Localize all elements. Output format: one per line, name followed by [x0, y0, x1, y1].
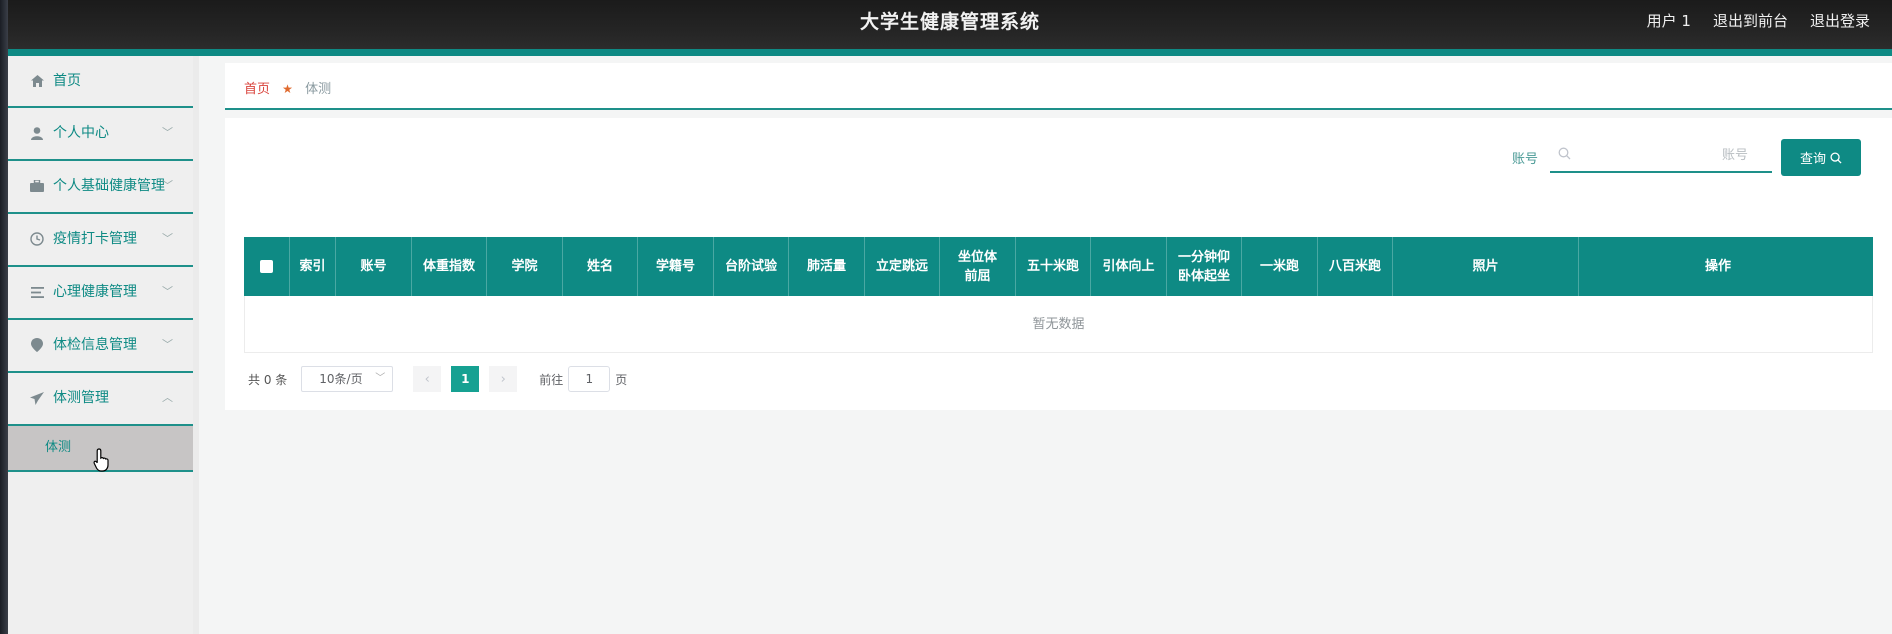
- table-header: 索引 账号 体重指数 学院 姓名 学籍号 台阶试验 肺活量 立定跳远 坐位体前屈…: [244, 237, 1873, 296]
- user-icon: [29, 108, 45, 158]
- search-label: 账号: [1512, 152, 1539, 167]
- column-header: 一米跑: [1242, 237, 1318, 296]
- column-header: 账号: [336, 237, 412, 296]
- breadcrumb-home[interactable]: 首页: [244, 82, 270, 97]
- briefcase-icon: [29, 161, 45, 211]
- column-header: 台阶试验: [714, 237, 789, 296]
- sidebar-item-mental-health[interactable]: 心理健康管理 ﹀: [8, 267, 193, 320]
- chevron-down-icon: ﹀: [162, 179, 173, 192]
- list-icon: [29, 267, 45, 317]
- header-links: 用户 1 退出到前台 退出登录: [1647, 10, 1870, 31]
- window-edge: [0, 0, 8, 634]
- empty-state: 暂无数据: [244, 296, 1873, 353]
- column-header: 八百米跑: [1318, 237, 1393, 296]
- sidebar-item-label: 个人中心: [53, 125, 109, 141]
- sidebar-item-home[interactable]: 首页: [8, 56, 193, 108]
- chevron-up-icon: ︿: [162, 391, 173, 404]
- sidebar-item-epidemic-checkin[interactable]: 疫情打卡管理 ﹀: [8, 214, 193, 267]
- sidebar-item-fitness-test[interactable]: 体测管理 ︿: [8, 373, 193, 426]
- search-icon: [1558, 147, 1571, 164]
- user-link[interactable]: 用户 1: [1647, 10, 1691, 31]
- fitness-table: 索引 账号 体重指数 学院 姓名 学籍号 台阶试验 肺活量 立定跳远 坐位体前屈…: [244, 237, 1873, 353]
- column-header: 一分钟仰卧体起坐: [1167, 237, 1242, 296]
- sidebar-item-label: 疫情打卡管理: [53, 231, 137, 247]
- query-button-label: 查询: [1799, 152, 1826, 167]
- sidebar: 首页 个人中心 ﹀ 个人基础健康管理 ﹀ 疫情打卡管理 ﹀ 心理健康管理 ﹀ 体…: [8, 56, 199, 634]
- chevron-down-icon: ﹀: [162, 285, 173, 298]
- sidebar-item-label: 首页: [53, 73, 81, 89]
- sidebar-item-basic-health[interactable]: 个人基础健康管理 ﹀: [8, 161, 193, 214]
- breadcrumb-current: 体测: [305, 82, 332, 97]
- column-header: 体重指数: [412, 237, 487, 296]
- column-header: 照片: [1393, 237, 1579, 296]
- breadcrumb: 首页 ★ 体测: [225, 63, 1892, 110]
- chevron-down-icon: ﹀: [162, 126, 173, 139]
- goto-page-input[interactable]: 1: [568, 366, 611, 392]
- chevron-right-icon: ›: [500, 371, 506, 387]
- sidebar-item-label: 心理健康管理: [53, 284, 137, 300]
- pin-icon: [29, 320, 45, 370]
- search-field[interactable]: [1550, 139, 1772, 173]
- column-header: 操作: [1704, 259, 1731, 274]
- clock-icon: [29, 214, 45, 264]
- column-header: 索引: [290, 237, 336, 296]
- column-header: 学院: [487, 237, 563, 296]
- column-header: 五十米跑: [1016, 237, 1091, 296]
- page-size-select[interactable]: 10条/页 ﹀: [301, 366, 394, 392]
- sidebar-item-label: 体测管理: [53, 390, 109, 406]
- pagination: 共 0 条 10条/页 ﹀ ‹ 1 › 前往 1 页: [248, 366, 627, 392]
- page-suffix: 页: [615, 372, 628, 387]
- next-page-button[interactable]: ›: [489, 366, 518, 392]
- chevron-down-icon: ﹀: [375, 373, 386, 384]
- top-header: 大学生健康管理系统 用户 1 退出到前台 退出登录: [8, 0, 1892, 56]
- hand-cursor-icon: [93, 448, 109, 472]
- select-all-cell: [244, 237, 290, 296]
- sidebar-item-label: 个人基础健康管理: [53, 178, 165, 194]
- sidebar-item-physical-exam[interactable]: 体检信息管理 ﹀: [8, 320, 193, 373]
- select-all-checkbox[interactable]: [260, 260, 273, 273]
- column-header: 坐位体前屈: [940, 237, 1016, 296]
- chevron-down-icon: ﹀: [162, 232, 173, 245]
- account-search-input[interactable]: [1578, 142, 1748, 168]
- column-header: 引体向上: [1091, 237, 1167, 296]
- page-number-button[interactable]: 1: [451, 366, 480, 392]
- prev-page-button[interactable]: ‹: [413, 366, 442, 392]
- column-header: 肺活量: [789, 237, 865, 296]
- content-panel: 账号 查询 索引 账号 体重指数 学院 姓名 学籍号 台阶试验 肺活量 立定跳远…: [225, 118, 1892, 410]
- star-icon: ★: [282, 82, 293, 96]
- query-button[interactable]: 查询: [1781, 139, 1861, 176]
- back-to-frontend-link[interactable]: 退出到前台: [1713, 10, 1788, 31]
- chevron-left-icon: ‹: [424, 371, 430, 387]
- chevron-down-icon: ﹀: [162, 338, 173, 351]
- column-header: 立定跳远: [865, 237, 940, 296]
- total-count: 共 0 条: [248, 372, 288, 387]
- column-header: 姓名: [563, 237, 638, 296]
- send-icon: [29, 373, 45, 423]
- column-header: 学籍号: [638, 237, 714, 296]
- goto-label: 前往: [539, 372, 564, 387]
- app-title: 大学生健康管理系统: [859, 11, 1040, 33]
- search-icon: [1830, 151, 1842, 164]
- home-icon: [29, 56, 45, 106]
- logout-link[interactable]: 退出登录: [1810, 10, 1870, 31]
- page-size-value: 10条/页: [319, 372, 363, 386]
- sidebar-item-label: 体检信息管理: [53, 337, 137, 353]
- sidebar-item-personal-center[interactable]: 个人中心 ﹀: [8, 108, 193, 161]
